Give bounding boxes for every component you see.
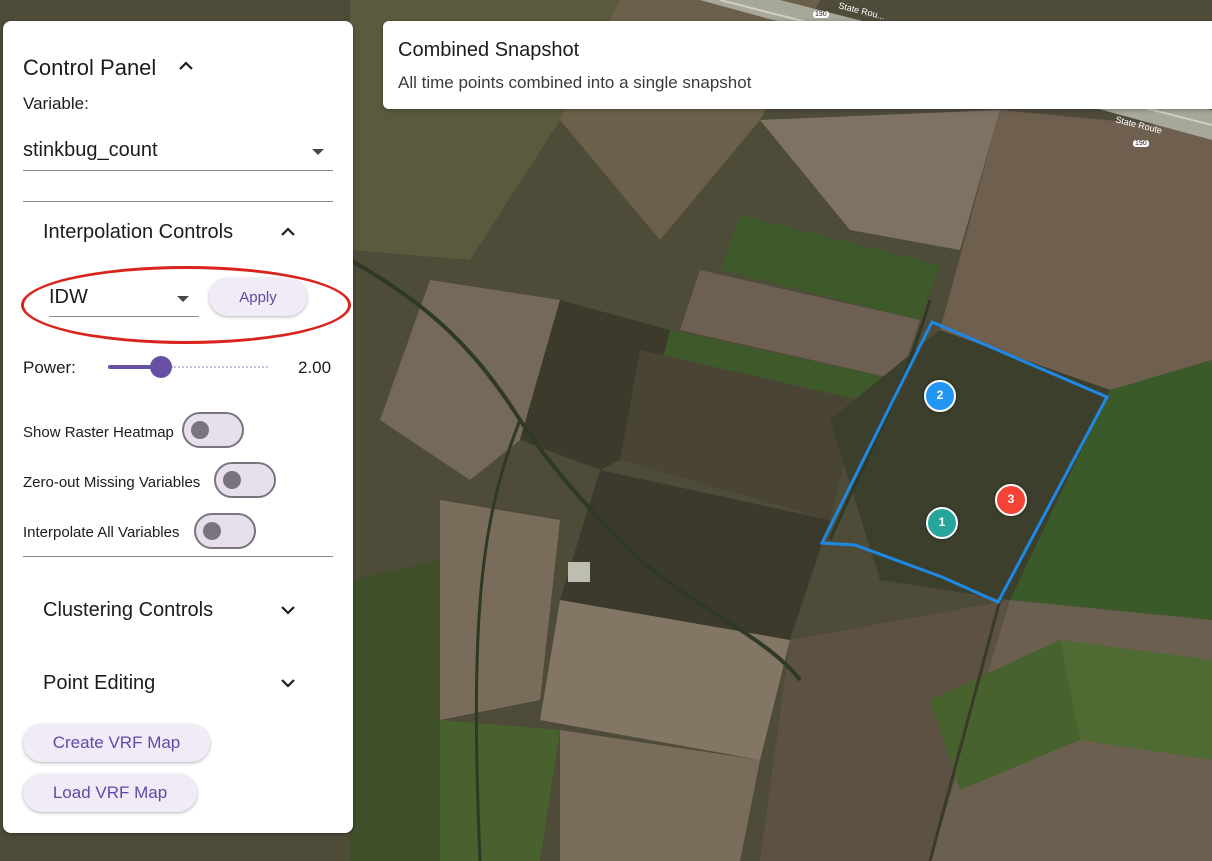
interpolation-method-value: IDW xyxy=(49,286,88,308)
create-vrf-map-button[interactable]: Create VRF Map xyxy=(23,724,210,762)
toggle-knob xyxy=(203,522,221,540)
interpolation-controls-header[interactable]: Interpolation Controls xyxy=(23,211,333,251)
clustering-controls-header[interactable]: Clustering Controls xyxy=(23,589,333,629)
caret-down-icon xyxy=(312,149,324,155)
caret-down-icon xyxy=(177,296,189,302)
road-shield-icon: 190 xyxy=(813,11,829,18)
power-label: Power: xyxy=(23,358,76,377)
point-marker-1[interactable]: 1 xyxy=(926,507,958,539)
variable-select[interactable]: stinkbug_count xyxy=(23,131,333,171)
load-vrf-map-button[interactable]: Load VRF Map xyxy=(23,774,197,812)
point-editing-title: Point Editing xyxy=(43,672,156,694)
divider xyxy=(23,201,333,202)
zero-out-missing-toggle[interactable] xyxy=(214,462,276,498)
chevron-down-icon xyxy=(281,606,295,615)
divider xyxy=(23,556,333,557)
point-marker-3[interactable]: 3 xyxy=(995,484,1027,516)
snapshot-info-card: Combined Snapshot All time points combin… xyxy=(383,21,1212,109)
control-panel: Control Panel Variable: stinkbug_count I… xyxy=(3,21,353,833)
point-editing-header[interactable]: Point Editing xyxy=(23,662,333,702)
power-value: 2.00 xyxy=(298,358,332,377)
apply-button[interactable]: Apply xyxy=(209,278,307,316)
panel-title: Control Panel xyxy=(23,55,157,80)
clustering-controls-title: Clustering Controls xyxy=(43,599,214,621)
point-marker-2[interactable]: 2 xyxy=(924,380,956,412)
toggle-knob xyxy=(223,471,241,489)
toggle-label-zero-out-missing: Zero-out Missing Variables xyxy=(23,474,201,491)
raster-heatmap-toggle[interactable] xyxy=(182,412,244,448)
power-slider[interactable] xyxy=(108,354,268,380)
chevron-down-icon xyxy=(281,679,295,688)
variable-select-value: stinkbug_count xyxy=(23,139,158,161)
interpolate-all-toggle[interactable] xyxy=(194,513,256,549)
toggle-label-interpolate-all: Interpolate All Variables xyxy=(23,524,180,541)
snapshot-subtitle: All time points combined into a single s… xyxy=(398,73,752,92)
interpolation-method-select[interactable]: IDW xyxy=(49,281,199,317)
chevron-up-icon xyxy=(281,227,295,236)
variable-label: Variable: xyxy=(23,94,89,113)
toggle-label-raster-heatmap: Show Raster Heatmap xyxy=(23,424,174,441)
slider-track xyxy=(171,366,268,370)
road-shield-icon: 190 xyxy=(1133,140,1149,147)
chevron-up-icon[interactable] xyxy=(177,57,195,75)
interpolation-controls-title: Interpolation Controls xyxy=(43,221,234,243)
toggle-knob xyxy=(191,421,209,439)
snapshot-title: Combined Snapshot xyxy=(398,39,580,61)
slider-thumb[interactable] xyxy=(150,356,172,378)
